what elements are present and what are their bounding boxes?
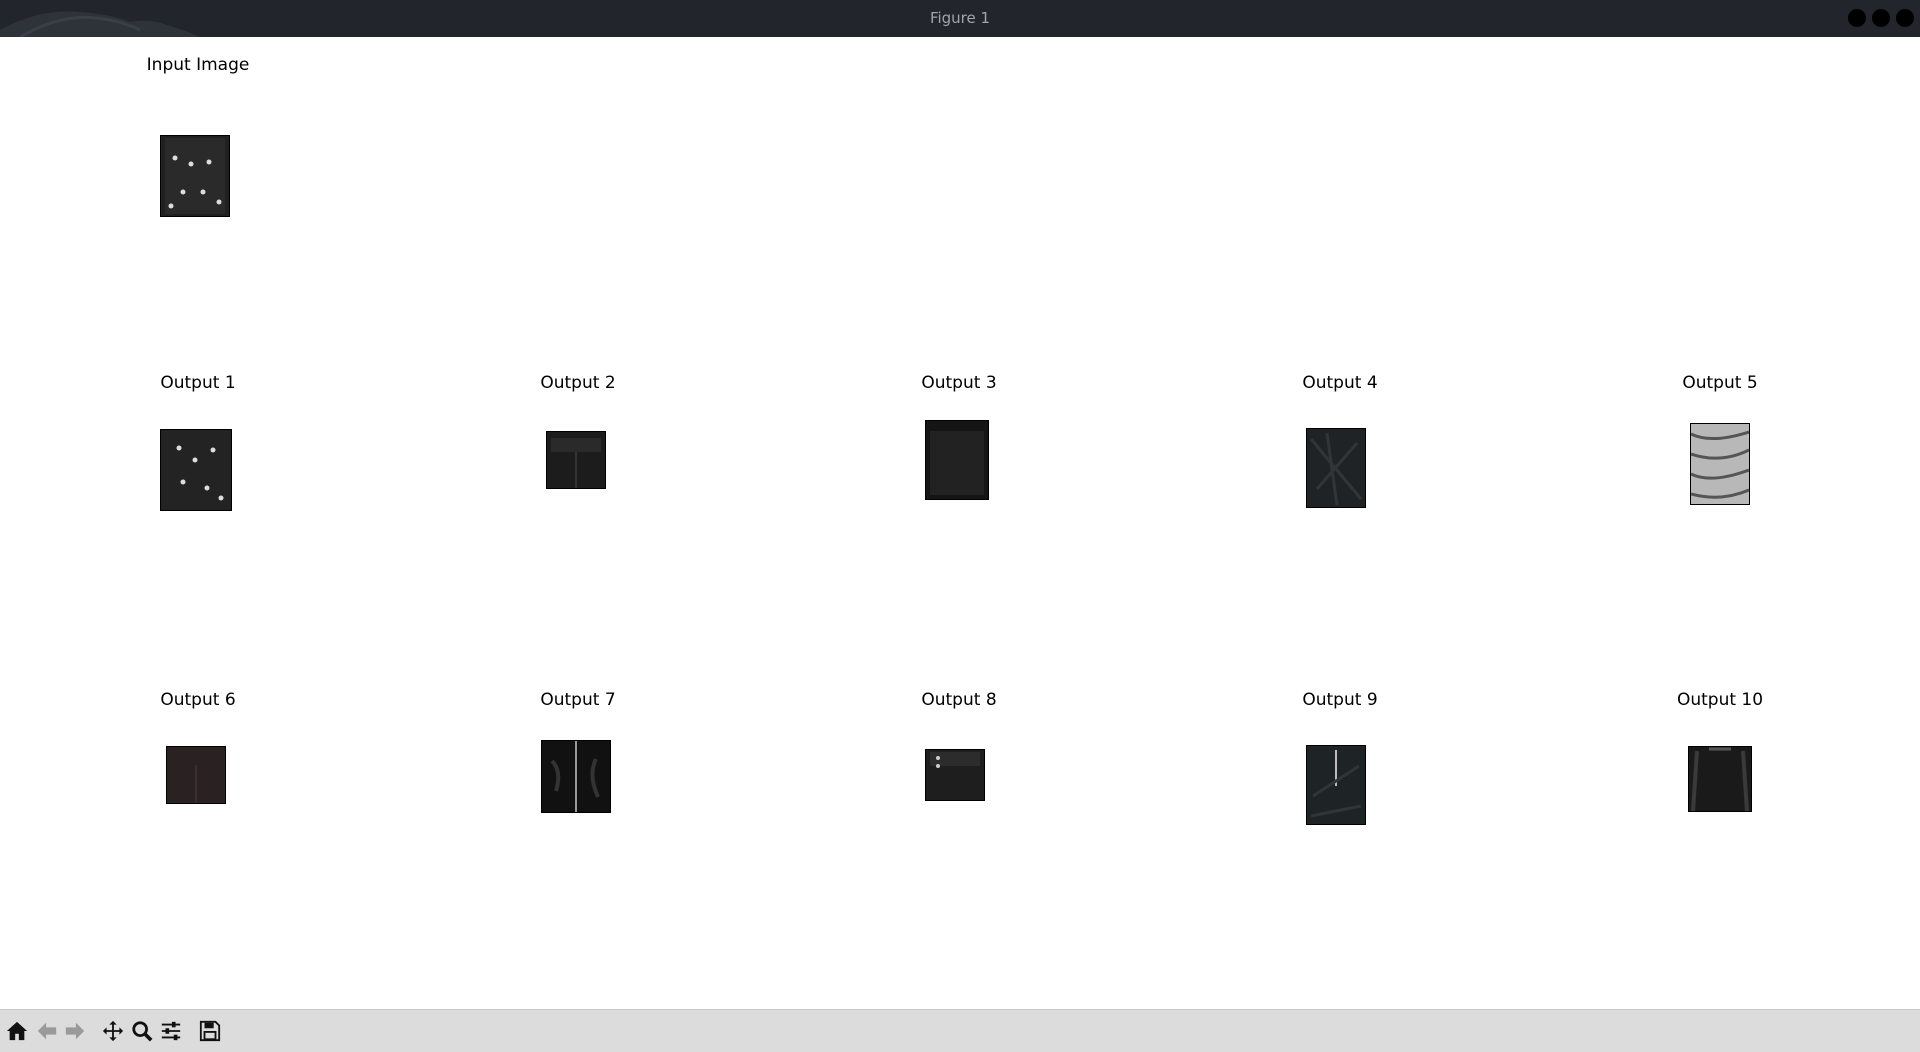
window-titlebar: Figure 1	[0, 0, 1920, 37]
input-image-title: Input Image	[146, 55, 250, 75]
output-image	[1306, 428, 1366, 508]
navigation-toolbar	[0, 1009, 1920, 1052]
window-title: Figure 1	[929, 9, 991, 27]
output-title: Output 4	[1302, 373, 1378, 393]
pan-move-icon	[102, 1020, 124, 1042]
output-panel-3: Output 3	[889, 373, 1029, 513]
input-image-panel: Input Image	[128, 55, 268, 217]
output-image	[1306, 745, 1366, 825]
output-image	[546, 431, 606, 489]
output-panel-7: Output 7	[508, 690, 648, 830]
output-panel-8: Output 8	[889, 690, 1029, 830]
back-arrow-icon	[37, 1022, 57, 1040]
output-panel-10: Output 10	[1650, 690, 1790, 830]
output-panel-2: Output 2	[508, 373, 648, 513]
maximize-button[interactable]	[1872, 9, 1890, 27]
output-panel-1: Output 1	[128, 373, 268, 513]
forward-button[interactable]	[62, 1018, 88, 1044]
window-controls	[1848, 9, 1914, 27]
configure-subplots-button[interactable]	[158, 1018, 184, 1044]
output-panel-9: Output 9	[1270, 690, 1410, 830]
output-title: Output 8	[921, 690, 997, 710]
output-image	[1688, 746, 1752, 812]
output-title: Output 1	[160, 373, 236, 393]
back-button[interactable]	[34, 1018, 60, 1044]
output-panel-4: Output 4	[1270, 373, 1410, 513]
zoom-magnifier-icon	[132, 1021, 153, 1042]
output-title: Output 10	[1676, 690, 1764, 710]
figure-canvas: Input Image Output 1 Output 2 Output 3 O…	[0, 37, 1920, 1009]
pan-button[interactable]	[100, 1018, 126, 1044]
input-image	[160, 135, 230, 217]
home-button[interactable]	[4, 1018, 30, 1044]
output-title: Output 6	[160, 690, 236, 710]
minimize-button[interactable]	[1848, 9, 1866, 27]
forward-arrow-icon	[65, 1022, 85, 1040]
output-title: Output 2	[540, 373, 616, 393]
output-image	[166, 746, 226, 804]
output-panel-6: Output 6	[128, 690, 268, 830]
output-title: Output 7	[540, 690, 616, 710]
save-floppy-icon	[199, 1020, 221, 1042]
output-title: Output 5	[1682, 373, 1758, 393]
close-button[interactable]	[1896, 9, 1914, 27]
configure-subplots-icon	[161, 1021, 181, 1041]
output-image	[925, 749, 985, 801]
save-button[interactable]	[197, 1018, 223, 1044]
output-image	[1690, 423, 1750, 505]
zoom-button[interactable]	[129, 1018, 155, 1044]
home-icon	[6, 1021, 28, 1041]
output-image	[160, 429, 232, 511]
output-panel-5: Output 5	[1650, 373, 1790, 513]
output-image	[925, 420, 989, 500]
output-title: Output 3	[921, 373, 997, 393]
output-image	[541, 740, 611, 813]
output-title: Output 9	[1302, 690, 1378, 710]
